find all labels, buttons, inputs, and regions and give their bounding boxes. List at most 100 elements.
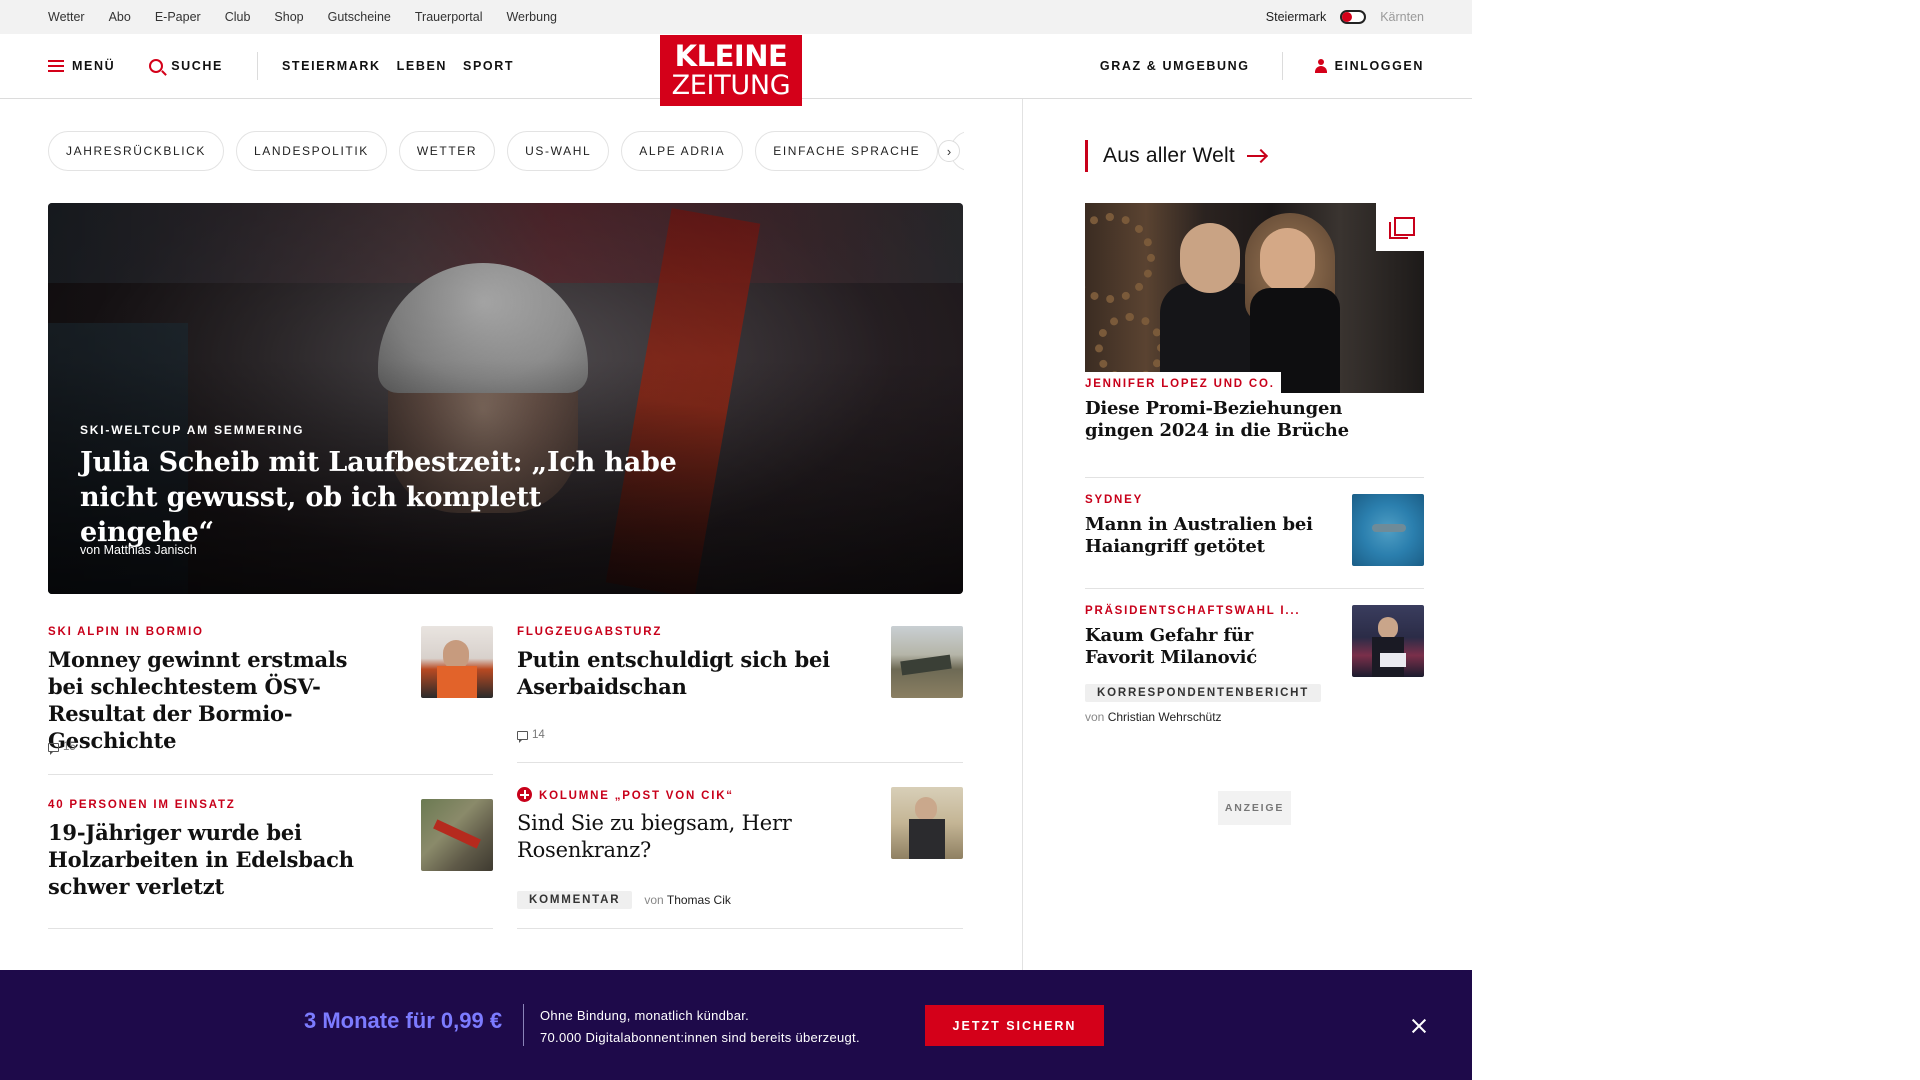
chip-landespolitik[interactable]: LANDESPOLITIK <box>236 131 387 171</box>
login-button[interactable]: EINLOGGEN <box>1314 59 1424 73</box>
nav-sport[interactable]: SPORT <box>463 59 514 73</box>
sidebar-heading-text: Aus aller Welt <box>1103 144 1235 167</box>
search-icon <box>149 59 164 73</box>
byline-author[interactable]: Thomas Cik <box>667 893 731 907</box>
divider <box>517 762 963 763</box>
sidebar-byline: von Christian Wehrschütz <box>1085 710 1222 724</box>
util-link-werbung[interactable]: Werbung <box>506 10 557 24</box>
sidebar-teaser[interactable]: PRÄSIDENTSCHAFTSWAHL I... Kaum Gefahr fü… <box>1085 605 1325 669</box>
util-link-trauerportal[interactable]: Trauerportal <box>415 10 483 24</box>
hero-title[interactable]: Julia Scheib mit Laufbestzeit: „Ich habe… <box>80 445 680 550</box>
sidebar-title[interactable]: Mann in Australien bei Haiangriff getöte… <box>1085 514 1325 558</box>
utility-links: Wetter Abo E-Paper Club Shop Gutscheine … <box>48 0 581 34</box>
article-teaser[interactable]: SKI ALPIN IN BORMIO Monney gewinnt erstm… <box>48 626 378 754</box>
image-lectern <box>1380 653 1406 667</box>
region-switch: Steiermark Kärnten <box>1266 0 1424 34</box>
article-title[interactable]: Monney gewinnt erstmals bei schlechteste… <box>48 646 378 754</box>
site-logo[interactable]: KLEINE ZEITUNG <box>660 35 802 106</box>
article-teaser[interactable]: KOLUMNE „POST VON CIK“ Sind Sie zu biegs… <box>517 787 877 864</box>
sidebar-meta: KORRESPONDENTENBERICHT <box>1085 683 1322 702</box>
sidebar-teaser[interactable]: JENNIFER LOPEZ UND CO. Diese Promi-Bezie… <box>1085 378 1385 442</box>
page-gutter <box>1472 0 1920 1080</box>
article-title[interactable]: Sind Sie zu biegsam, Herr Rosenkranz? <box>517 810 877 864</box>
sidebar-title[interactable]: Diese Promi-Beziehungen gingen 2024 in d… <box>1085 398 1385 442</box>
sidebar-thumbnail[interactable] <box>1352 605 1424 677</box>
chip-einfache-sprache[interactable]: EINFACHE SPRACHE <box>755 131 939 171</box>
util-link-wetter[interactable]: Wetter <box>48 10 85 24</box>
hero-teaser[interactable]: SKI-WELTCUP AM SEMMERING Julia Scheib mi… <box>48 203 963 594</box>
promo-description: Ohne Bindung, monatlich kündbar. 70.000 … <box>540 1005 860 1049</box>
chip-alpe-adria[interactable]: ALPE ADRIA <box>621 131 744 171</box>
article-kicker: 40 PERSONEN IM EINSATZ <box>48 799 236 811</box>
login-label: EINLOGGEN <box>1334 59 1424 73</box>
site-header: MENÜ SUCHE STEIERMARK LEBEN SPORT KLEINE… <box>0 34 1472 106</box>
article-kicker-text: KOLUMNE „POST VON CIK“ <box>539 790 734 802</box>
ad-label: ANZEIGE <box>1218 791 1291 825</box>
sidebar-title[interactable]: Kaum Gefahr für Favorit Milanović <box>1085 625 1325 669</box>
comment-icon <box>517 730 528 743</box>
sidebar-kicker: PRÄSIDENTSCHAFTSWAHL I... <box>1085 605 1301 617</box>
divider <box>1085 477 1424 478</box>
hamburger-icon <box>48 60 64 72</box>
article-thumbnail[interactable] <box>421 626 493 698</box>
region-toggle[interactable] <box>1340 10 1367 24</box>
plus-icon <box>517 787 532 802</box>
util-link-shop[interactable]: Shop <box>274 10 303 24</box>
nav-steiermark[interactable]: STEIERMARK <box>282 59 381 73</box>
article-meta: KOMMENTAR von Thomas Cik <box>517 891 731 909</box>
header-left: MENÜ SUCHE STEIERMARK LEBEN SPORT <box>48 34 514 98</box>
divider <box>48 928 493 929</box>
byline-author[interactable]: Christian Wehrschütz <box>1108 710 1222 724</box>
article-teaser[interactable]: 40 PERSONEN IM EINSATZ 19-Jähriger wurde… <box>48 799 378 900</box>
close-icon[interactable] <box>1410 1017 1428 1035</box>
image-person <box>1378 617 1398 639</box>
util-link-club[interactable]: Club <box>225 10 251 24</box>
region-link[interactable]: GRAZ & UMGEBUNG <box>1100 59 1250 73</box>
menu-button[interactable]: MENÜ <box>48 59 115 73</box>
util-link-gutscheine[interactable]: Gutscheine <box>328 10 391 24</box>
search-button[interactable]: SUCHE <box>149 59 223 73</box>
promo-line-2: 70.000 Digitalabonnent:innen sind bereit… <box>540 1030 860 1045</box>
region-steiermark[interactable]: Steiermark <box>1266 10 1326 24</box>
article-thumbnail[interactable] <box>421 799 493 871</box>
chevron-right-icon[interactable]: › <box>938 140 960 162</box>
chip-us-wahl[interactable]: US-WAHL <box>507 131 610 171</box>
chip-jahresrueckblick[interactable]: JAHRESRÜCKBLICK <box>48 131 225 171</box>
column-divider <box>1022 99 1023 979</box>
sidebar-teaser[interactable]: SYDNEY Mann in Australien bei Haiangriff… <box>1085 494 1325 558</box>
promo-cta-button[interactable]: JETZT SICHERN <box>925 1005 1104 1046</box>
menu-label: MENÜ <box>72 59 116 73</box>
comment-count[interactable]: 14 <box>517 729 545 743</box>
sidebar-thumbnail[interactable] <box>1352 494 1424 566</box>
arrow-right-icon <box>1246 155 1265 157</box>
article-tag: KOMMENTAR <box>517 891 633 909</box>
promo-line-1: Ohne Bindung, monatlich kündbar. <box>540 1008 750 1023</box>
header-divider <box>256 52 258 80</box>
sidebar-heading[interactable]: Aus aller Welt <box>1085 140 1265 172</box>
chip-wetter[interactable]: WETTER <box>398 131 496 171</box>
page: Wetter Abo E-Paper Club Shop Gutscheine … <box>0 0 1472 1080</box>
article-title[interactable]: Putin entschuldigt sich bei Aserbaidscha… <box>517 646 847 700</box>
comment-count-value: 14 <box>532 729 545 741</box>
article-teaser[interactable]: FLUGZEUGABSTURZ Putin entschuldigt sich … <box>517 626 847 700</box>
header-right: GRAZ & UMGEBUNG EINLOGGEN <box>1100 34 1424 98</box>
util-link-epaper[interactable]: E-Paper <box>155 10 201 24</box>
article-thumbnail[interactable] <box>891 626 963 698</box>
article-title[interactable]: 19-Jähriger wurde bei Holzarbeiten in Ed… <box>48 819 378 900</box>
sidebar-kicker: SYDNEY <box>1085 494 1144 506</box>
nav-leben[interactable]: LEBEN <box>397 59 447 73</box>
header-nav: STEIERMARK LEBEN SPORT <box>282 59 514 73</box>
logo-line-2: ZEITUNG <box>671 70 791 101</box>
divider <box>517 928 963 929</box>
gallery-badge <box>1376 203 1424 251</box>
article-thumbnail[interactable] <box>891 787 963 859</box>
header-divider-right <box>1281 52 1283 80</box>
region-kaernten[interactable]: Kärnten <box>1380 10 1424 24</box>
image-decor <box>1085 213 1155 303</box>
image-person <box>1260 228 1315 293</box>
comment-count-value: 15 <box>63 741 76 753</box>
hero-kicker: SKI-WELTCUP AM SEMMERING <box>80 423 305 437</box>
sidebar-lead-image[interactable] <box>1085 203 1424 393</box>
util-link-abo[interactable]: Abo <box>109 10 131 24</box>
comment-count[interactable]: 15 <box>48 741 76 755</box>
